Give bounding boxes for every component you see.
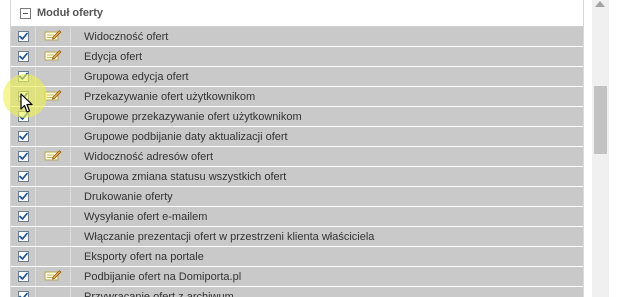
collapse-minus-icon[interactable] (20, 7, 31, 19)
permission-checkbox[interactable] (17, 91, 29, 102)
module-title: Moduł oferty (37, 7, 103, 19)
checkbox-cell (11, 267, 36, 286)
permission-row: Grupowa zmiana statusu wszystkich ofert (11, 167, 583, 186)
edit-icon-cell (36, 87, 71, 106)
edit-pencil-icon[interactable] (44, 89, 62, 104)
permission-list: Widoczność ofert Edycja ofert Grupowa edyc… (11, 27, 583, 297)
edit-pencil-icon[interactable] (44, 269, 62, 284)
permission-label: Podbijanie ofert na Domiporta.pl (84, 270, 242, 283)
edit-icon-cell (36, 187, 71, 206)
permission-row: Widoczność ofert (11, 27, 583, 46)
permission-label: Widoczność ofert (84, 30, 169, 43)
edit-icon-cell (36, 107, 71, 126)
module-header[interactable]: Moduł oferty (11, 0, 583, 27)
permission-checkbox[interactable] (17, 111, 29, 122)
permission-label: Przywracanie ofert z archiwum (84, 290, 234, 297)
edit-icon-cell (36, 27, 71, 46)
checkbox-cell (11, 187, 36, 206)
permission-label: Przekazywanie ofert użytkownikom (84, 90, 256, 103)
permission-label: Grupowa zmiana statusu wszystkich ofert (84, 170, 287, 183)
permission-checkbox[interactable] (17, 71, 29, 82)
edit-icon-cell (36, 207, 71, 226)
permission-checkbox[interactable] (17, 191, 29, 202)
permission-row: Przekazywanie ofert użytkownikom (11, 87, 583, 106)
permission-checkbox[interactable] (17, 251, 29, 262)
edit-icon-cell (36, 147, 71, 166)
edit-pencil-icon[interactable] (44, 49, 62, 64)
scrollbar-thumb[interactable] (594, 86, 607, 154)
permission-label: Włączanie prezentacji ofert w przestrzen… (84, 230, 375, 243)
checkbox-cell (11, 87, 36, 106)
permission-checkbox[interactable] (17, 31, 29, 42)
checkbox-cell (11, 287, 36, 297)
permission-checkbox[interactable] (17, 291, 29, 297)
checkbox-cell (11, 207, 36, 226)
edit-icon-cell (36, 167, 71, 186)
edit-icon-cell (36, 267, 71, 286)
permission-checkbox[interactable] (17, 51, 29, 62)
permission-label: Widoczność adresów ofert (84, 150, 213, 163)
permission-label: Drukowanie oferty (84, 190, 173, 203)
permission-label: Grupowe podbijanie daty aktualizacji ofe… (84, 130, 288, 143)
edit-icon-cell (36, 247, 71, 266)
permission-row: Drukowanie oferty (11, 187, 583, 206)
edit-icon-cell (36, 67, 71, 86)
checkbox-cell (11, 47, 36, 66)
permission-label: Wysyłanie ofert e-mailem (84, 210, 208, 223)
scroll-up-arrow-icon[interactable] (595, 1, 605, 7)
checkbox-cell (11, 107, 36, 126)
checkbox-cell (11, 247, 36, 266)
checkbox-cell (11, 127, 36, 146)
permission-label: Grupowa edycja ofert (84, 70, 189, 83)
permission-row: Grupowe przekazywanie ofert użytkownikom (11, 107, 583, 126)
vertical-scrollbar[interactable] (592, 0, 609, 297)
permission-row: Włączanie prezentacji ofert w przestrzen… (11, 227, 583, 246)
checkbox-cell (11, 27, 36, 46)
permission-row: Eksporty ofert na portale (11, 247, 583, 266)
permission-row: Edycja ofert (11, 47, 583, 66)
permission-row: Grupowe podbijanie daty aktualizacji ofe… (11, 127, 583, 146)
permission-label: Edycja ofert (84, 50, 143, 63)
edit-pencil-icon[interactable] (44, 149, 62, 164)
checkbox-cell (11, 67, 36, 86)
permission-checkbox[interactable] (17, 171, 29, 182)
edit-icon-cell (36, 47, 71, 66)
checkbox-cell (11, 227, 36, 246)
permission-row: Wysyłanie ofert e-mailem (11, 207, 583, 226)
permission-row: Grupowa edycja ofert (11, 67, 583, 86)
edit-icon-cell (36, 127, 71, 146)
edit-icon-cell (36, 227, 71, 246)
checkbox-cell (11, 147, 36, 166)
permission-row: Widoczność adresów ofert (11, 147, 583, 166)
permission-checkbox[interactable] (17, 151, 29, 162)
edit-pencil-icon[interactable] (44, 29, 62, 44)
permissions-panel: Moduł oferty Widoczność ofert Edycja ofer… (10, 0, 584, 297)
permission-checkbox[interactable] (17, 131, 29, 142)
edit-icon-cell (36, 287, 71, 297)
checkbox-cell (11, 167, 36, 186)
permission-checkbox[interactable] (17, 271, 29, 282)
permission-checkbox[interactable] (17, 211, 29, 222)
permission-checkbox[interactable] (17, 231, 29, 242)
permission-row: Podbijanie ofert na Domiporta.pl (11, 267, 583, 286)
permission-label: Eksporty ofert na portale (84, 250, 204, 263)
permission-row: Przywracanie ofert z archiwum (11, 287, 583, 297)
permission-label: Grupowe przekazywanie ofert użytkownikom (84, 110, 302, 123)
